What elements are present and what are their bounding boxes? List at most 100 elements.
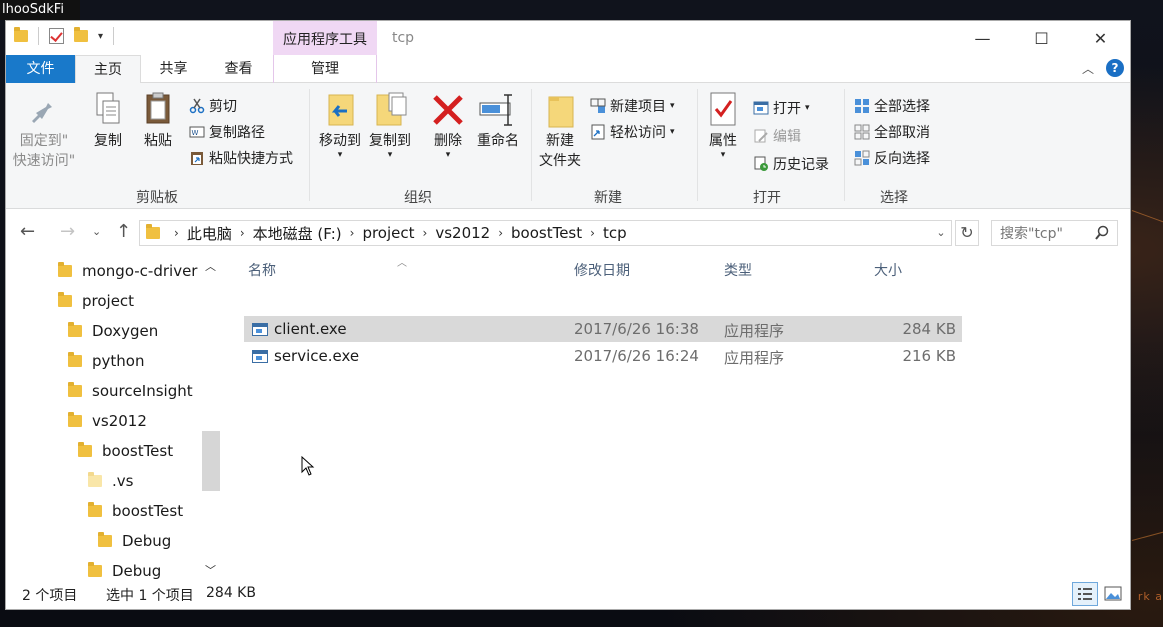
- column-header-date[interactable]: 修改日期: [574, 260, 630, 280]
- maximize-button[interactable]: ☐: [1012, 21, 1071, 55]
- paste-shortcut-icon: [191, 152, 203, 165]
- forward-arrow-icon[interactable]: →: [60, 221, 75, 242]
- history-button[interactable]: 历史记录: [753, 153, 829, 175]
- new-folder-qat-icon[interactable]: [74, 27, 88, 42]
- invert-selection-button[interactable]: 反向选择: [854, 147, 930, 169]
- large-icons-view-button[interactable]: [1100, 582, 1126, 606]
- tree-item-doxygen[interactable]: Doxygen: [68, 316, 158, 346]
- selected-size: 284 KB: [206, 585, 256, 601]
- tab-file[interactable]: 文件: [6, 55, 75, 83]
- recent-locations-dropdown-icon[interactable]: ⌄: [92, 225, 101, 238]
- breadcrumb-separator-icon[interactable]: ›: [423, 226, 428, 240]
- mouse-cursor-icon: [301, 456, 315, 476]
- select-all-button[interactable]: 全部选择: [854, 95, 930, 117]
- breadcrumb-separator-icon[interactable]: ›: [498, 226, 503, 240]
- up-arrow-icon[interactable]: ↑: [116, 221, 131, 242]
- paste-button[interactable]: 粘贴: [138, 91, 178, 151]
- minimize-button[interactable]: —: [953, 21, 1012, 55]
- column-header-size[interactable]: 大小: [874, 260, 902, 280]
- scroll-up-icon[interactable]: ︿: [205, 258, 216, 274]
- copy-to-button[interactable]: 复制到 ▾: [366, 91, 414, 160]
- easy-access-button[interactable]: 轻松访问 ▾: [590, 121, 675, 143]
- breadcrumb-separator-icon[interactable]: ›: [174, 226, 179, 240]
- file-size: 216 KB: [902, 347, 956, 365]
- desktop-streak: [1131, 210, 1163, 225]
- cut-label: 剪切: [209, 99, 237, 115]
- edit-button[interactable]: 编辑: [753, 125, 801, 147]
- help-icon[interactable]: ?: [1106, 59, 1124, 77]
- tree-item-project[interactable]: project: [58, 286, 134, 316]
- details-view-icon: [1078, 588, 1092, 600]
- properties-label: 属性: [709, 133, 737, 149]
- select-none-button[interactable]: 全部取消: [854, 121, 930, 143]
- breadcrumb-separator-icon[interactable]: ›: [590, 226, 595, 240]
- collapse-ribbon-icon[interactable]: ︿: [1082, 60, 1094, 77]
- new-folder-button[interactable]: 新建 文件夹: [534, 91, 586, 171]
- tree-item-sourceinsight[interactable]: sourceInsight: [68, 376, 193, 406]
- paste-shortcut-button[interactable]: 粘贴快捷方式: [189, 147, 293, 169]
- new-group-label: 新建: [594, 190, 622, 206]
- group-divider: [531, 89, 532, 201]
- tab-share[interactable]: 共享: [146, 55, 201, 83]
- tree-item-boosttest[interactable]: boostTest: [78, 436, 173, 466]
- exe-file-icon: [252, 349, 268, 367]
- copy-button[interactable]: 复制: [88, 91, 128, 151]
- breadcrumb-local-disk[interactable]: 本地磁盘 (F:): [253, 223, 342, 244]
- properties-qat-icon[interactable]: [49, 28, 64, 44]
- tree-item-vs[interactable]: .vs: [88, 466, 133, 496]
- tree-item-label: project: [82, 292, 135, 310]
- properties-button[interactable]: 属性 ▾: [702, 91, 744, 160]
- folder-icon: [14, 27, 28, 42]
- tree-item-python[interactable]: python: [68, 346, 144, 376]
- navpane-scrollbar-thumb[interactable]: [202, 431, 220, 491]
- easy-access-dropdown-icon: ▾: [670, 127, 675, 137]
- file-type: 应用程序: [724, 349, 785, 367]
- details-view-button[interactable]: [1072, 582, 1098, 606]
- column-header-type[interactable]: 类型: [724, 260, 752, 280]
- new-item-button[interactable]: 新建项目 ▾: [590, 95, 675, 117]
- window-title: tcp: [392, 30, 415, 46]
- breadcrumb-project[interactable]: project: [362, 224, 414, 242]
- tab-home[interactable]: 主页: [75, 55, 141, 84]
- breadcrumb-vs2012[interactable]: vs2012: [435, 224, 490, 242]
- file-row-service[interactable]: service.exe 2017/6/26 16:24 应用程序 216 KB: [244, 343, 962, 369]
- move-to-button[interactable]: 移动到 ▾: [316, 91, 364, 160]
- back-arrow-icon[interactable]: ←: [20, 221, 35, 242]
- breadcrumb-tcp[interactable]: tcp: [603, 224, 627, 242]
- desktop-streak: [1131, 529, 1163, 541]
- breadcrumb-boosttest[interactable]: boostTest: [511, 224, 582, 242]
- refresh-icon[interactable]: ↻: [955, 220, 979, 246]
- copy-path-button[interactable]: W 复制路径: [189, 121, 265, 143]
- tree-item-vs2012[interactable]: vs2012: [68, 406, 147, 436]
- close-button[interactable]: ✕: [1071, 21, 1130, 55]
- search-input[interactable]: 搜索"tcp": [991, 220, 1118, 246]
- tree-item-debug[interactable]: Debug: [98, 526, 171, 556]
- easy-access-icon: [591, 124, 605, 140]
- ribbon: 固定到" 快速访问" 复制 粘贴 剪切 W 复制路径 粘贴快捷方式 剪贴板 移动…: [6, 83, 1130, 209]
- column-header-name[interactable]: 名称: [248, 260, 276, 280]
- breadcrumb-separator-icon[interactable]: ›: [350, 226, 355, 240]
- tab-manage[interactable]: 管理: [273, 55, 377, 83]
- move-to-dropdown-icon: ▾: [337, 150, 343, 160]
- file-name: client.exe: [274, 320, 347, 338]
- breadcrumb-separator-icon[interactable]: ›: [240, 226, 245, 240]
- address-bar[interactable]: › 此电脑 › 本地磁盘 (F:) › project › vs2012 › b…: [139, 220, 952, 246]
- open-button[interactable]: 打开 ▾: [753, 97, 810, 119]
- tree-item-boosttest-sub[interactable]: boostTest: [88, 496, 183, 526]
- tree-item-label: python: [92, 352, 145, 370]
- rename-button[interactable]: 重命名: [473, 91, 523, 151]
- open-label: 打开: [773, 101, 801, 117]
- breadcrumb-this-pc[interactable]: 此电脑: [187, 223, 232, 244]
- customize-qat-dropdown-icon[interactable]: ▾: [98, 31, 103, 42]
- scroll-down-icon[interactable]: ﹀: [205, 562, 216, 578]
- file-row-client[interactable]: client.exe 2017/6/26 16:38 应用程序 284 KB: [244, 316, 962, 342]
- tree-item-mongo-c-driver[interactable]: mongo-c-driver: [58, 256, 197, 286]
- tab-view[interactable]: 查看: [211, 55, 266, 83]
- delete-button[interactable]: 删除 ▾: [428, 91, 468, 160]
- pin-to-quick-access-button[interactable]: 固定到" 快速访问": [12, 91, 76, 171]
- properties-dropdown-icon: ▾: [720, 150, 726, 160]
- cut-button[interactable]: 剪切: [189, 95, 237, 117]
- group-divider: [844, 89, 845, 201]
- address-dropdown-icon[interactable]: ⌄: [931, 221, 951, 245]
- pin-label-line1: 固定到": [19, 133, 69, 149]
